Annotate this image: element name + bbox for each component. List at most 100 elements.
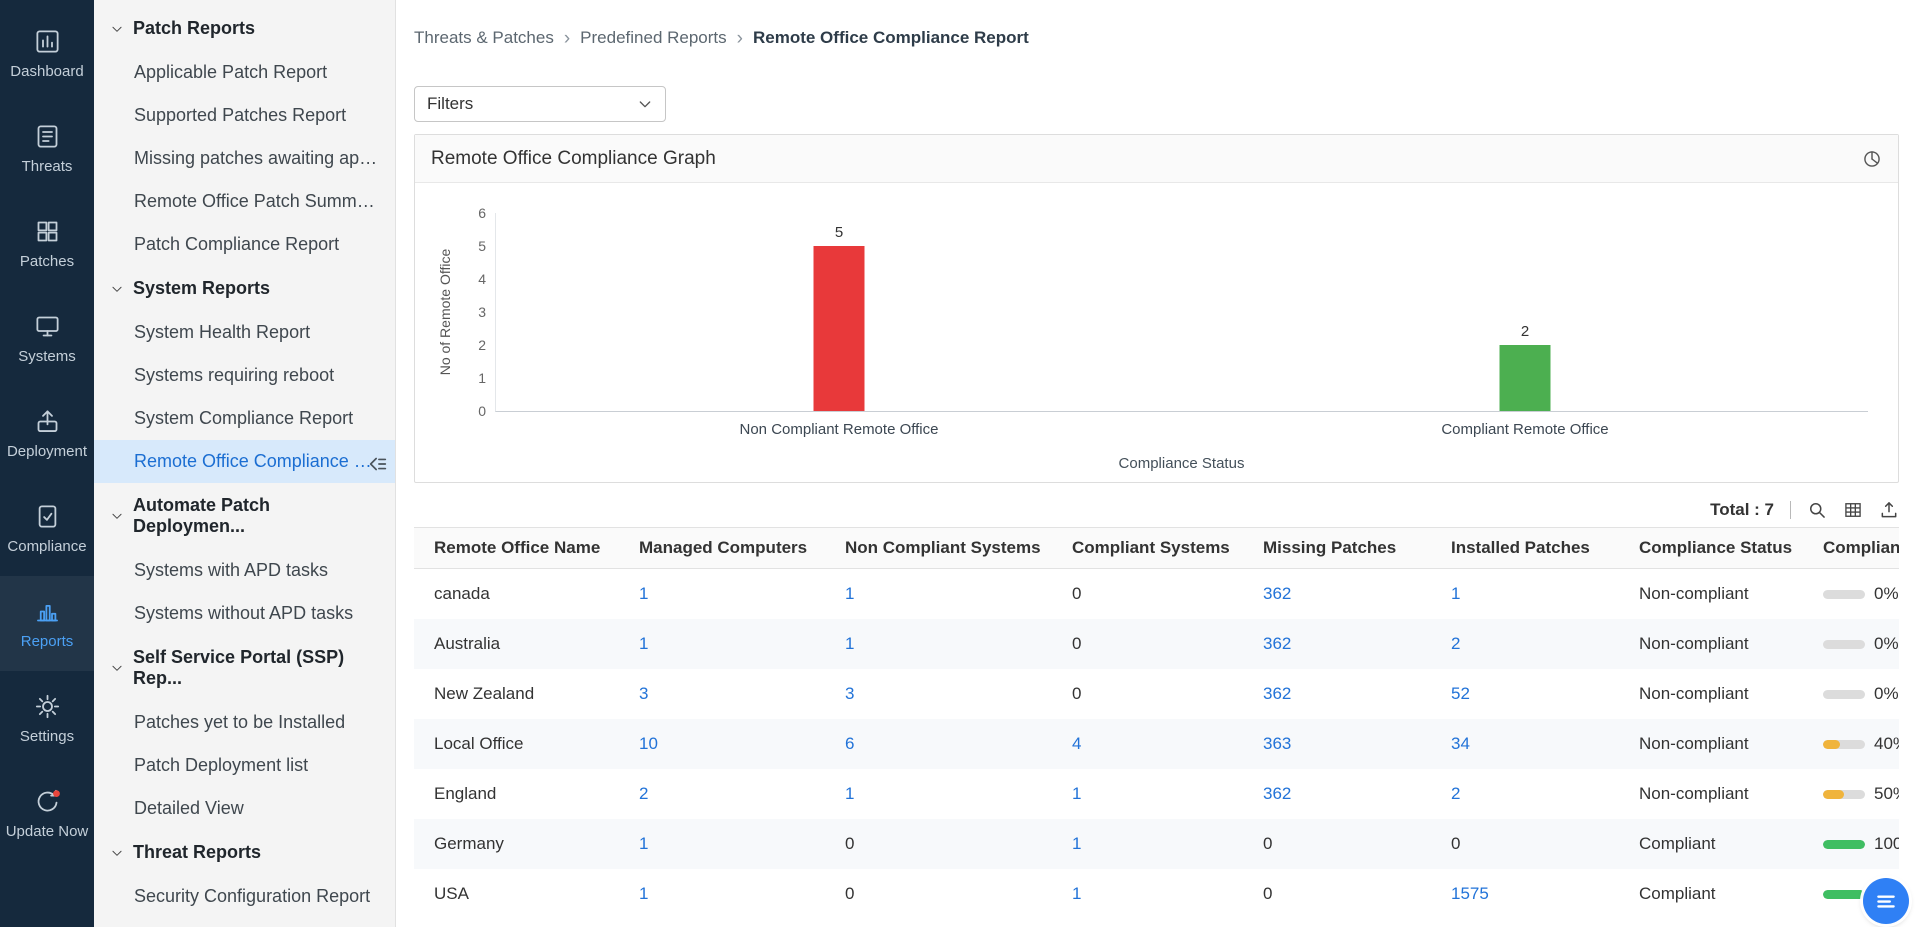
section-title-patch-reports[interactable]: Patch Reports (94, 6, 395, 51)
progress-track (1823, 890, 1865, 899)
column-header-compliant-systems[interactable]: Compliant Systems (1052, 528, 1243, 569)
link-non-compliant[interactable]: 1 (845, 584, 854, 603)
link-managed[interactable]: 10 (639, 734, 658, 753)
sidebar-item-remote-office-patch-summary[interactable]: Remote Office Patch Summary (94, 180, 395, 223)
progress-track (1823, 690, 1865, 699)
cell-compliance-percent: 0% (1803, 569, 1899, 620)
link-managed[interactable]: 1 (639, 884, 648, 903)
link-installed[interactable]: 52 (1451, 684, 1470, 703)
sidebar-item-systems-with-apd-tasks[interactable]: Systems with APD tasks (94, 549, 395, 592)
section-title-system-reports[interactable]: System Reports (94, 266, 395, 311)
link-missing[interactable]: 362 (1263, 784, 1291, 803)
link-non-compliant[interactable]: 6 (845, 734, 854, 753)
link-installed[interactable]: 1 (1451, 584, 1460, 603)
link-missing[interactable]: 362 (1263, 634, 1291, 653)
rail-item-settings[interactable]: Settings (0, 671, 94, 766)
column-header-installed-patches[interactable]: Installed Patches (1431, 528, 1619, 569)
link-installed[interactable]: 34 (1451, 734, 1470, 753)
link-installed[interactable]: 2 (1451, 784, 1460, 803)
link-missing[interactable]: 362 (1263, 584, 1291, 603)
link-managed[interactable]: 3 (639, 684, 648, 703)
section-title-self-service-portal-ssp-rep[interactable]: Self Service Portal (SSP) Rep... (94, 635, 395, 701)
rail-item-systems[interactable]: Systems (0, 291, 94, 386)
table-header-row: Remote Office NameManaged ComputersNon C… (414, 528, 1899, 569)
sidebar-item-security-configuration-report[interactable]: Security Configuration Report (94, 875, 395, 918)
section-title-threat-reports[interactable]: Threat Reports (94, 830, 395, 875)
cell-managed: 2 (619, 769, 825, 819)
column-header-remote-office-name[interactable]: Remote Office Name (414, 528, 619, 569)
bar-non-compliant-remote-office[interactable]: 5 (814, 246, 865, 411)
rail-item-dashboard[interactable]: Dashboard (0, 6, 94, 101)
column-header-missing-patches[interactable]: Missing Patches (1243, 528, 1431, 569)
fab-menu-button[interactable] (1863, 878, 1909, 924)
rail-item-patches[interactable]: Patches (0, 196, 94, 291)
link-managed[interactable]: 2 (639, 784, 648, 803)
percent-label: 50% (1874, 784, 1899, 804)
cell-compliance-percent: 40% (1803, 719, 1899, 769)
sidebar-item-patches-yet-to-be-installed[interactable]: Patches yet to be Installed (94, 701, 395, 744)
sidebar-item-patch-compliance-report[interactable]: Patch Compliance Report (94, 223, 395, 266)
rail-item-reports[interactable]: Reports (0, 576, 94, 671)
table-row-england: England2113622Non-compliant50% (414, 769, 1899, 819)
value-non-compliant: 0 (845, 834, 854, 853)
section-title-automate-patch-deploymen[interactable]: Automate Patch Deploymen... (94, 483, 395, 549)
link-compliant[interactable]: 4 (1072, 734, 1081, 753)
rail-item-deployment[interactable]: Deployment (0, 386, 94, 481)
link-compliant[interactable]: 1 (1072, 784, 1081, 803)
sidebar-item-applicable-patch-report[interactable]: Applicable Patch Report (94, 51, 395, 94)
sidebar-item-patch-deployment-list[interactable]: Patch Deployment list (94, 744, 395, 787)
table-row-usa: USA10101575Compliant100% (414, 869, 1899, 919)
link-non-compliant[interactable]: 1 (845, 784, 854, 803)
pie-chart-icon[interactable] (1862, 149, 1882, 169)
value-installed: 0 (1451, 834, 1460, 853)
sidebar-item-system-health-report[interactable]: System Health Report (94, 311, 395, 354)
bar-compliant-remote-office[interactable]: 2 (1500, 345, 1551, 411)
total-count: Total : 7 (1710, 500, 1774, 520)
sidebar-item-detailed-view[interactable]: Detailed View (94, 787, 395, 830)
link-missing[interactable]: 363 (1263, 734, 1291, 753)
breadcrumb-item-threats-and-patches[interactable]: Threats & Patches (414, 28, 554, 48)
rail-item-label: Settings (20, 729, 74, 745)
sidebar-item-missing-patches-awaiting-appr[interactable]: Missing patches awaiting appr... (94, 137, 395, 180)
sidebar-collapse-button[interactable] (363, 450, 393, 480)
column-header-non-compliant-systems[interactable]: Non Compliant Systems (825, 528, 1052, 569)
column-header-compliance-status[interactable]: Compliance Status (1619, 528, 1803, 569)
link-managed[interactable]: 1 (639, 834, 648, 853)
y-axis-label: No of Remote Office (437, 249, 453, 376)
progress-track (1823, 740, 1865, 749)
search-icon[interactable] (1807, 500, 1827, 520)
table-body: canada1103621Non-compliant0%Australia110… (414, 569, 1899, 920)
rail-item-compliance[interactable]: Compliance (0, 481, 94, 576)
progress-fill (1823, 840, 1865, 849)
cell-compliance-status: Compliant (1619, 819, 1803, 869)
link-compliant[interactable]: 1 (1072, 834, 1081, 853)
sidebar-item-supported-patches-report[interactable]: Supported Patches Report (94, 94, 395, 137)
column-header-managed-computers[interactable]: Managed Computers (619, 528, 825, 569)
link-managed[interactable]: 1 (639, 634, 648, 653)
rail-item-threats[interactable]: Threats (0, 101, 94, 196)
link-installed[interactable]: 2 (1451, 634, 1460, 653)
cell-non-compliant: 1 (825, 569, 1052, 620)
x-tick-label: Non Compliant Remote Office (740, 421, 939, 438)
sidebar-item-system-compliance-report[interactable]: System Compliance Report (94, 397, 395, 440)
link-non-compliant[interactable]: 3 (845, 684, 854, 703)
link-missing[interactable]: 362 (1263, 684, 1291, 703)
rail-item-update-now[interactable]: Update Now (0, 766, 94, 861)
cell-compliance-percent: 50% (1803, 769, 1899, 819)
export-icon[interactable] (1879, 500, 1899, 520)
column-chooser-icon[interactable] (1843, 500, 1863, 520)
cell-compliance-status: Compliant (1619, 869, 1803, 919)
link-compliant[interactable]: 1 (1072, 884, 1081, 903)
percent-label: 0% (1874, 684, 1899, 704)
y-tick-label: 2 (478, 337, 486, 353)
sidebar-item-systems-requiring-reboot[interactable]: Systems requiring reboot (94, 354, 395, 397)
link-non-compliant[interactable]: 1 (845, 634, 854, 653)
column-header-compliance[interactable]: Compliance % (1803, 528, 1899, 569)
sidebar-item-remote-office-compliance-re[interactable]: Remote Office Compliance Re... (94, 440, 395, 483)
link-managed[interactable]: 1 (639, 584, 648, 603)
breadcrumb-item-predefined-reports[interactable]: Predefined Reports (580, 28, 726, 48)
link-installed[interactable]: 1575 (1451, 884, 1489, 903)
sidebar-item-systems-without-apd-tasks[interactable]: Systems without APD tasks (94, 592, 395, 635)
cell-compliance-percent: 100% (1803, 819, 1899, 869)
filters-dropdown[interactable]: Filters (414, 86, 666, 122)
